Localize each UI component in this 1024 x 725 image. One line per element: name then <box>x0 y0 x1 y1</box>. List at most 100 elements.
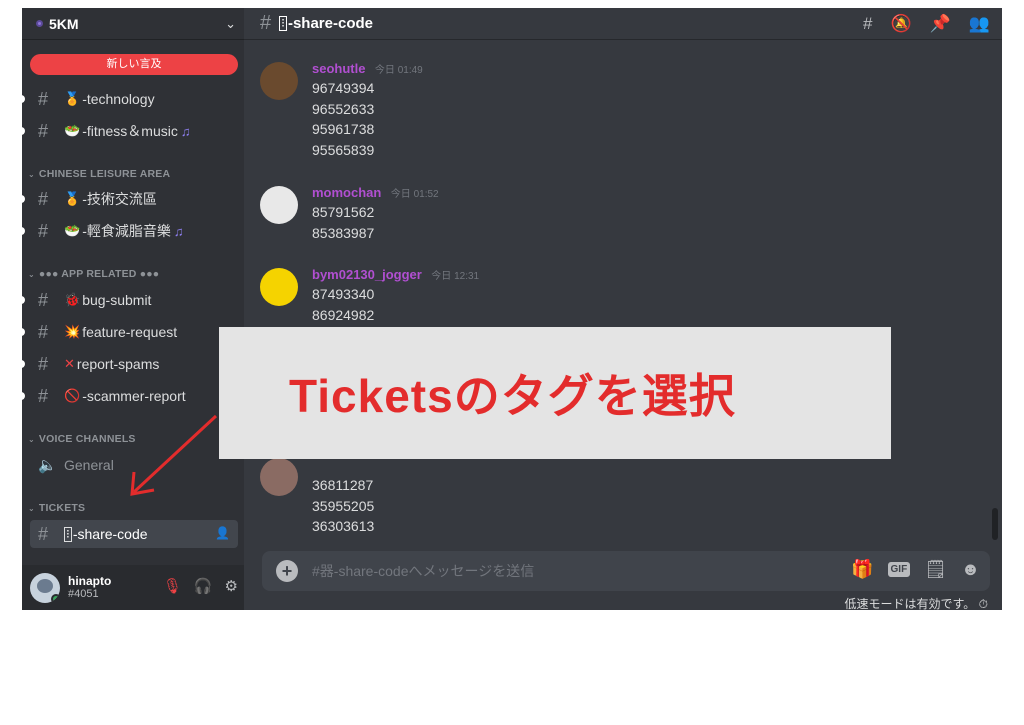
hash-icon: # <box>38 385 49 406</box>
salad-icon: 🥗 <box>64 223 81 238</box>
category-app-related[interactable]: ⌄ ●●● APP RELATED ●●● <box>28 268 159 280</box>
unknown-glyph-icon: ⁝ <box>64 526 72 542</box>
message-timestamp: 今日 01:49 <box>374 65 423 76</box>
server-name: 5KM <box>49 15 79 32</box>
discord-window: 5KM ⌄ 新しい言及 # 🏅 -technology # 🥗 -fitness… <box>22 8 1002 610</box>
music-note-icon: ♫ <box>173 223 184 239</box>
avatar[interactable] <box>260 62 298 100</box>
user-tag: #4051 <box>68 588 99 601</box>
channel-bug-submit[interactable]: # 🐞 bug-submit <box>22 286 238 314</box>
message-line: 96749394 <box>312 80 375 96</box>
channel-label: -share-code <box>72 526 148 542</box>
upload-plus-icon[interactable]: + <box>276 560 298 582</box>
collision-icon: 💥 <box>64 324 81 339</box>
threads-icon[interactable]: # <box>863 14 872 34</box>
message-body: bym02130_jogger 今日 12:31 87493340 869249… <box>312 266 912 325</box>
hash-icon: # <box>38 88 49 109</box>
medal-icon: 🏅 <box>64 191 81 206</box>
user-meta: hinapto #4051 <box>68 574 111 602</box>
category-label: CHINESE LEISURE AREA <box>38 168 171 180</box>
channel-technology[interactable]: # 🏅 -technology <box>22 85 238 113</box>
channel-tech-cn[interactable]: # 🏅 -技術交流區 <box>22 185 238 213</box>
message-author[interactable]: bym02130_jogger <box>312 267 422 282</box>
add-member-icon[interactable]: 👤 <box>215 526 230 540</box>
server-header[interactable]: 5KM ⌄ <box>22 8 244 40</box>
speaker-icon: 🔈 <box>38 457 57 474</box>
category-label: TICKETS <box>38 502 86 514</box>
member-list-icon[interactable]: 👥 <box>969 14 990 34</box>
channel-label: -輕食減脂音樂 <box>82 223 171 239</box>
pin-icon[interactable]: 📌 <box>930 14 951 34</box>
hash-icon: # <box>38 321 49 342</box>
timer-icon: ⏱ <box>978 597 988 610</box>
message-timestamp: 今日 01:52 <box>390 189 439 200</box>
chevron-down-icon[interactable]: ⌄ <box>225 16 236 32</box>
deafen-headphones-icon[interactable]: 🎧 <box>194 577 213 595</box>
category-tickets[interactable]: ⌄ TICKETS <box>28 502 85 514</box>
channel-report-spams[interactable]: # ✕ report-spams <box>22 350 238 378</box>
category-chinese-leisure[interactable]: ⌄ CHINESE LEISURE AREA <box>28 168 170 180</box>
avatar[interactable] <box>260 458 298 496</box>
channel-label: -fitness＆music <box>82 123 178 139</box>
avatar[interactable] <box>260 186 298 224</box>
message-line: 95565839 <box>312 141 375 158</box>
message-line: 86924982 <box>312 306 375 323</box>
red-arrow-icon <box>130 414 218 496</box>
hash-icon: # <box>38 220 49 241</box>
caret-down-icon: ⌄ <box>28 169 35 179</box>
channel-feature-request[interactable]: # 💥 feature-request <box>22 318 238 346</box>
message-line: 96552633 <box>312 100 375 117</box>
scrollbar[interactable] <box>992 508 998 540</box>
channel-label: report-spams <box>76 356 160 372</box>
slowmode-text: 低速モードは有効です。 <box>844 597 976 610</box>
hash-icon: # <box>38 523 49 544</box>
category-label: ●●● APP RELATED ●●● <box>38 268 160 280</box>
channel-fitness-music[interactable]: # 🥗 -fitness＆music ♫ <box>22 117 238 145</box>
message-line: 85791562 <box>312 204 375 220</box>
channel-scammer-report[interactable]: # 🚫 -scammer-report <box>22 382 238 410</box>
message-line: 95961738 <box>312 121 375 138</box>
hash-icon: # <box>38 120 49 141</box>
channel-label: bug-submit <box>82 292 152 308</box>
message-body: seohutle 今日 01:49 96749394 96552633 9596… <box>312 60 912 160</box>
new-mentions-button[interactable]: 新しい言及 <box>30 54 238 75</box>
channel-share-code[interactable]: # ⁝ -share-code 👤 <box>30 520 238 548</box>
header-toolbar: # 🔕 📌 👥 <box>863 14 990 34</box>
message-input[interactable]: #器-share-codeへメッセージを送信 <box>312 561 534 581</box>
unread-indicator <box>22 227 25 235</box>
message-body: momochan 今日 01:52 85791562 85383987 <box>312 184 912 243</box>
sticker-icon[interactable]: 🗒 <box>924 559 947 580</box>
message-list: seohutle 今日 01:49 96749394 96552633 9596… <box>244 40 1002 550</box>
hash-icon: # <box>38 353 49 374</box>
user-panel: hinapto #4051 🎙 🎧 ⚙ <box>22 565 244 610</box>
unread-indicator <box>22 195 25 203</box>
settings-gear-icon[interactable]: ⚙ <box>225 577 238 595</box>
avatar[interactable] <box>30 572 60 603</box>
message-body: 36811287 35955205 36303613 <box>312 475 912 537</box>
emoji-icon[interactable]: ☻ <box>961 559 980 580</box>
username: hinapto <box>68 573 112 588</box>
gift-icon[interactable]: 🎁 <box>851 559 873 580</box>
message-author[interactable]: momochan <box>312 185 381 200</box>
message-composer[interactable]: + #器-share-codeへメッセージを送信 🎁 GIF 🗒 ☻ <box>262 551 990 591</box>
notification-bell-muted-icon[interactable]: 🔕 <box>890 14 911 34</box>
unread-indicator <box>22 95 25 103</box>
message-line: 87493340 <box>312 286 375 302</box>
salad-icon: 🥗 <box>64 123 81 138</box>
channel-header: # ⁝ -share-code # 🔕 📌 👥 <box>244 8 1002 40</box>
unread-indicator <box>22 360 25 368</box>
server-icon <box>36 20 43 27</box>
medal-icon: 🏅 <box>64 91 81 106</box>
message-author[interactable]: seohutle <box>312 61 365 76</box>
bug-icon: 🐞 <box>64 292 81 307</box>
message-line: 36303613 <box>312 518 375 535</box>
channel-sidebar: 5KM ⌄ 新しい言及 # 🏅 -technology # 🥗 -fitness… <box>22 8 244 610</box>
message-line: 85383987 <box>312 224 375 241</box>
channel-label: -technology <box>82 91 155 107</box>
mute-mic-icon[interactable]: 🎙 <box>163 577 182 595</box>
avatar[interactable] <box>260 268 298 306</box>
gif-icon[interactable]: GIF <box>887 562 911 577</box>
channel-label: feature-request <box>82 324 178 340</box>
online-status-icon <box>51 593 60 603</box>
channel-fitness-cn[interactable]: # 🥗 -輕食減脂音樂 ♫ <box>22 217 238 245</box>
